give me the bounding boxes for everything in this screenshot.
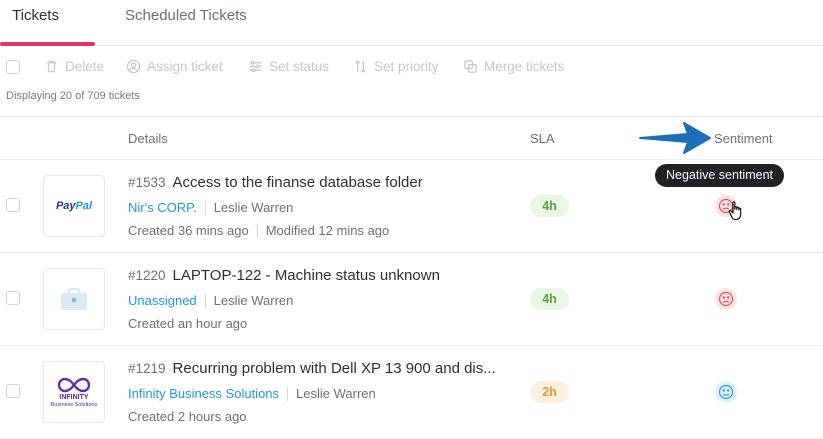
ticket-modified: Modified 12 mins ago (265, 223, 390, 238)
ticket-agent: Leslie Warren (213, 200, 294, 215)
merge-tickets-label: Merge tickets (484, 59, 565, 74)
paypal-logo: PayPal (56, 200, 92, 212)
sla-badge: 4h (530, 288, 569, 310)
infinity-logo-name: INFINITY (59, 394, 89, 401)
ticket-number: #1533 (128, 175, 166, 190)
ticket-times: Created an hour ago (128, 316, 247, 331)
company-logo-infinity: INFINITY Business Solutions (43, 361, 105, 423)
divider (287, 386, 289, 401)
sla-badge: 2h (530, 381, 569, 403)
ticket-title-line: #1533 Access to the finanse database fol… (128, 174, 423, 191)
divider (256, 223, 258, 238)
ticket-created: Created 2 hours ago (128, 409, 247, 424)
column-header-details[interactable]: Details (128, 131, 168, 146)
infinity-logo-sub: Business Solutions (50, 402, 98, 408)
ticket-created: Created 36 mins ago (128, 223, 249, 238)
sliders-icon (249, 60, 262, 73)
set-status-label: Set status (269, 59, 330, 74)
sla-badge: 4h (530, 195, 569, 217)
active-tab-indicator (0, 42, 95, 46)
ticket-title-line: #1219 Recurring problem with Dell XP 13 … (128, 360, 496, 377)
paypal-logo-pay: Pay (55, 200, 76, 212)
set-status-button[interactable]: Set status (248, 59, 329, 74)
user-circle-icon (126, 59, 141, 74)
hand-cursor-icon (728, 201, 742, 221)
infinity-icon (57, 377, 91, 393)
ticket-agent: Leslie Warren (296, 386, 376, 401)
sentiment-neutral[interactable] (715, 381, 737, 403)
ticket-times: Created 36 mins ago Modified 12 mins ago (128, 223, 389, 238)
ticket-company-link[interactable]: Infinity Business Solutions (128, 386, 279, 401)
assign-ticket-button[interactable]: Assign ticket (126, 59, 223, 74)
row-checkbox[interactable] (6, 384, 20, 398)
ticket-count: Displaying 20 of 709 tickets (6, 90, 140, 102)
neutral-face-icon (718, 384, 734, 400)
tab-scheduled-tickets[interactable]: Scheduled Tickets (125, 7, 247, 24)
sort-arrows-icon (354, 60, 367, 73)
ticket-meta: Infinity Business Solutions Leslie Warre… (128, 386, 376, 401)
merge-icon (464, 60, 477, 73)
ticket-title-line: #1220 LAPTOP-122 - Machine status unknow… (128, 267, 440, 284)
ticket-created: Created an hour ago (128, 316, 248, 331)
delete-button[interactable]: Delete (44, 59, 104, 74)
set-priority-button[interactable]: Set priority (353, 59, 439, 74)
ticket-title[interactable]: Access to the finanse database folder (173, 174, 423, 191)
merge-tickets-button[interactable]: Merge tickets (463, 59, 564, 74)
briefcase-icon (61, 288, 87, 310)
ticket-title[interactable]: Recurring problem with Dell XP 13 900 an… (173, 360, 496, 377)
company-logo-paypal: PayPal (43, 175, 105, 237)
ticket-number: #1219 (128, 361, 166, 376)
sad-face-icon (718, 291, 734, 307)
select-all-checkbox[interactable] (6, 60, 20, 74)
table-row[interactable]: INFINITY Business Solutions #1219 Recurr… (0, 346, 823, 439)
ticket-number: #1220 (128, 268, 166, 283)
set-priority-label: Set priority (374, 59, 439, 74)
ticket-title[interactable]: LAPTOP-122 - Machine status unknown (173, 267, 440, 284)
divider (204, 200, 206, 215)
tab-bar: Tickets Scheduled Tickets (0, 0, 823, 46)
tab-tickets[interactable]: Tickets (12, 7, 59, 24)
row-checkbox[interactable] (6, 291, 20, 305)
column-header-sentiment[interactable]: Sentiment (714, 131, 773, 146)
assign-ticket-label: Assign ticket (147, 59, 223, 74)
column-header-sla[interactable]: SLA (530, 131, 555, 146)
row-checkbox[interactable] (6, 198, 20, 212)
sentiment-tooltip: Negative sentiment (655, 164, 785, 187)
table-row[interactable]: #1220 LAPTOP-122 - Machine status unknow… (0, 253, 823, 346)
sentiment-negative[interactable] (715, 288, 737, 310)
ticket-company-link[interactable]: Unassigned (128, 293, 197, 308)
ticket-company-link[interactable]: Nir's CORP. (128, 200, 197, 215)
divider (204, 293, 206, 308)
ticket-meta: Unassigned Leslie Warren (128, 293, 293, 308)
ticket-meta: Nir's CORP. Leslie Warren (128, 200, 293, 215)
annotation-arrow-icon (639, 122, 711, 154)
ticket-agent: Leslie Warren (213, 293, 294, 308)
trash-icon (46, 60, 57, 73)
paypal-logo-pal: Pal (75, 200, 93, 212)
ticket-times: Created 2 hours ago (128, 409, 247, 424)
company-logo-placeholder (43, 268, 105, 330)
delete-label: Delete (65, 59, 105, 74)
bulk-action-toolbar: Delete Assign ticket Set status Set prio… (0, 57, 823, 79)
